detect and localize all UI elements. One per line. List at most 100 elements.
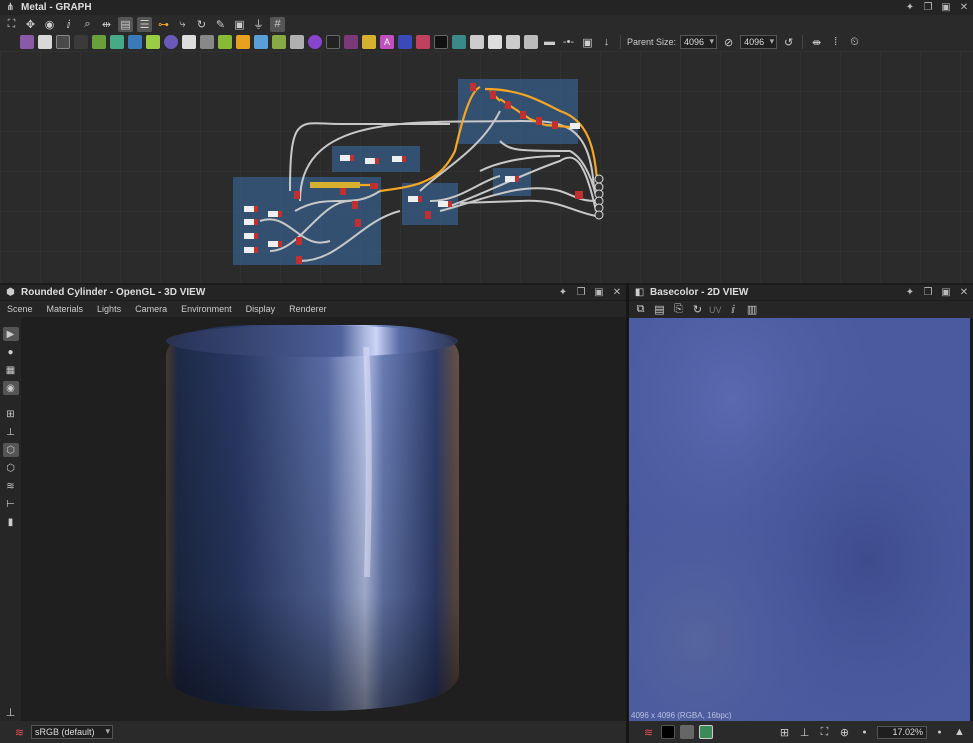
- link-size-icon[interactable]: ⊘: [721, 35, 736, 50]
- grid-snap-icon[interactable]: #: [270, 16, 285, 32]
- connect-icon[interactable]: ⊶: [156, 17, 171, 32]
- zoom-input[interactable]: 17.02%: [877, 725, 927, 739]
- tile-grid-icon[interactable]: ⊞: [777, 725, 792, 740]
- reset-size-icon[interactable]: ↺: [781, 35, 796, 50]
- sort-icon[interactable]: ⁞: [828, 35, 843, 50]
- info-icon[interactable]: ⅈ: [61, 17, 76, 32]
- frame-all-icon[interactable]: ⛶: [4, 17, 19, 32]
- node-fill-button[interactable]: [416, 35, 430, 49]
- wrench-icon[interactable]: ✎: [213, 17, 228, 32]
- view2d-viewport[interactable]: [629, 318, 970, 721]
- node-output-button[interactable]: [470, 35, 484, 49]
- node-curve-button[interactable]: [272, 35, 286, 49]
- zoom-icon[interactable]: ⊕: [837, 725, 852, 740]
- float-icon[interactable]: ❐: [923, 2, 933, 13]
- background-gray-button[interactable]: [680, 725, 694, 739]
- pin-icon[interactable]: ✦: [905, 2, 915, 13]
- corner-axis-icon[interactable]: ⊥: [3, 705, 18, 720]
- float-icon[interactable]: ❐: [923, 287, 933, 298]
- graph-canvas[interactable]: [0, 51, 973, 283]
- display-icon[interactable]: ▣: [232, 17, 247, 32]
- node-warning-button[interactable]: [362, 35, 376, 49]
- link-style-icon[interactable]: ⤷: [175, 17, 190, 32]
- video-camera-icon[interactable]: ▶: [2, 327, 19, 341]
- comment-icon[interactable]: ▬: [542, 35, 557, 50]
- timing-icon[interactable]: ⏲: [847, 35, 862, 50]
- menu-environment[interactable]: Environment: [181, 304, 232, 314]
- axis-icon[interactable]: ⊥: [3, 425, 19, 439]
- fit-view-icon[interactable]: ⛶: [817, 725, 832, 740]
- pivot-icon[interactable]: ⊥: [797, 725, 812, 740]
- light-bulb-icon[interactable]: ●: [3, 345, 19, 359]
- copy-icon[interactable]: ⧉: [633, 302, 648, 317]
- menu-display[interactable]: Display: [246, 304, 276, 314]
- node-input-button[interactable]: [488, 35, 502, 49]
- align-icon[interactable]: ⇹: [99, 17, 114, 32]
- channels-icon[interactable]: ≋: [641, 725, 656, 740]
- info-icon[interactable]: ⅈ: [726, 302, 741, 317]
- wire-cube-icon[interactable]: ⬡: [3, 461, 19, 475]
- screenshot-icon[interactable]: ◉: [2, 381, 19, 395]
- node-gradient-button[interactable]: [92, 35, 106, 49]
- node-curve2-button[interactable]: [344, 35, 358, 49]
- lock-icon[interactable]: ▲: [952, 725, 967, 740]
- histogram-icon[interactable]: ▥: [745, 302, 760, 317]
- node-frame-button[interactable]: [398, 35, 412, 49]
- pin-icon[interactable]: ✦: [558, 287, 568, 298]
- background-black-button[interactable]: [661, 725, 675, 739]
- node-levels-button[interactable]: [146, 35, 160, 49]
- menu-camera[interactable]: Camera: [135, 304, 167, 314]
- refresh-icon[interactable]: ↻: [194, 17, 209, 32]
- node-warp-button[interactable]: [110, 35, 124, 49]
- maximize-icon[interactable]: ▣: [941, 287, 951, 298]
- layout-icon[interactable]: ▤: [118, 16, 133, 32]
- maximize-icon[interactable]: ▣: [941, 2, 951, 13]
- node-blur-button[interactable]: [128, 35, 142, 49]
- menu-lights[interactable]: Lights: [97, 304, 121, 314]
- node-fx-button[interactable]: [452, 35, 466, 49]
- pin-node-icon[interactable]: -•-: [561, 35, 576, 50]
- close-icon[interactable]: ✕: [959, 2, 969, 13]
- uv-grid-icon[interactable]: ⊞: [3, 407, 19, 421]
- node-transform-button[interactable]: [74, 35, 88, 49]
- node-tile-button[interactable]: [182, 35, 196, 49]
- clean-icon[interactable]: ⏚: [251, 17, 266, 32]
- parent-size-width-dropdown[interactable]: 4096: [680, 35, 718, 49]
- down-icon[interactable]: ↓: [599, 35, 614, 50]
- node-svg-button[interactable]: [38, 35, 52, 49]
- node-graph-button[interactable]: [524, 35, 538, 49]
- node-blend-button[interactable]: [200, 35, 214, 49]
- node-circle-button[interactable]: [164, 35, 178, 49]
- node-value-button[interactable]: [434, 35, 448, 49]
- maximize-icon[interactable]: ▣: [594, 287, 604, 298]
- search-icon[interactable]: ⌕: [80, 17, 95, 32]
- node-noise-button[interactable]: [326, 35, 340, 49]
- list-icon[interactable]: ☰: [137, 16, 152, 32]
- menu-materials[interactable]: Materials: [47, 304, 84, 314]
- node-hsl-button[interactable]: [236, 35, 250, 49]
- menu-renderer[interactable]: Renderer: [289, 304, 327, 314]
- solid-cube-icon[interactable]: ⬡: [2, 443, 19, 457]
- close-icon[interactable]: ✕: [612, 287, 622, 298]
- close-icon[interactable]: ✕: [959, 287, 969, 298]
- save-icon[interactable]: ▤: [652, 302, 667, 317]
- node-histo-button[interactable]: [290, 35, 304, 49]
- colorspace-dropdown[interactable]: sRGB (default): [31, 725, 113, 739]
- node-bitmap-icon[interactable]: [4, 35, 16, 50]
- menu-scene[interactable]: Scene: [7, 304, 33, 314]
- refresh-view-icon[interactable]: ↻: [690, 302, 705, 317]
- stats-icon[interactable]: ▮: [3, 515, 19, 529]
- environment-icon[interactable]: ▦: [3, 363, 19, 377]
- node-uniform-button[interactable]: [56, 35, 70, 49]
- gizmo-icon[interactable]: ⊢: [3, 497, 19, 511]
- node-image-button[interactable]: [20, 35, 34, 49]
- node-normal-button[interactable]: [254, 35, 268, 49]
- frame-icon[interactable]: ▣: [580, 35, 595, 50]
- compute-icon[interactable]: ⇼: [809, 35, 824, 50]
- pan-icon[interactable]: ✥: [23, 17, 38, 32]
- camera-icon[interactable]: ◉: [42, 17, 57, 32]
- node-pixel-button[interactable]: [308, 35, 322, 49]
- node-text-button[interactable]: A: [380, 35, 394, 49]
- node-color-button[interactable]: [218, 35, 232, 49]
- layers-icon[interactable]: ≋: [3, 479, 19, 493]
